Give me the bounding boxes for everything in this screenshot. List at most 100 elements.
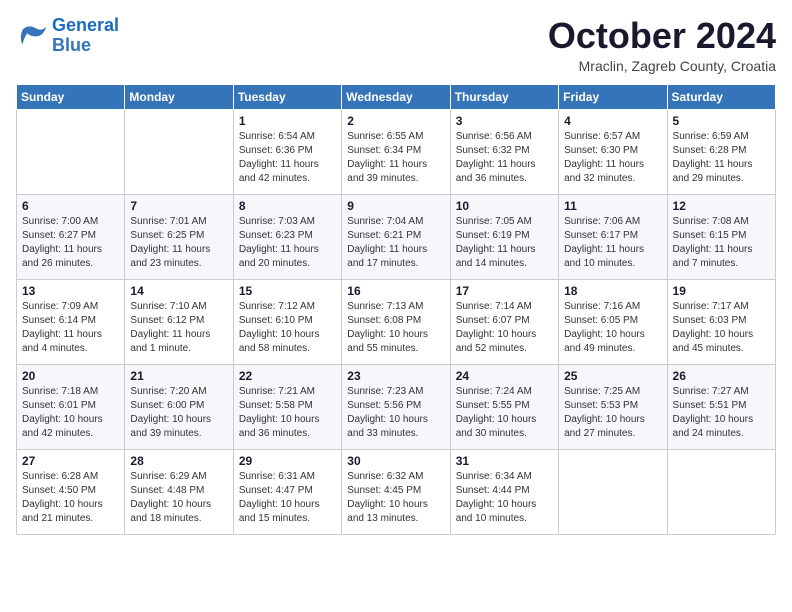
calendar-cell: 31Sunrise: 6:34 AM Sunset: 4:44 PM Dayli…	[450, 449, 558, 534]
day-info: Sunrise: 7:09 AM Sunset: 6:14 PM Dayligh…	[22, 300, 119, 356]
day-number: 29	[239, 454, 336, 468]
calendar-cell: 9 Sunrise: 7:04 AM Sunset: 6:21 PM Daylig…	[342, 194, 450, 279]
day-number: 31	[456, 454, 553, 468]
day-number: 25	[564, 369, 661, 383]
calendar-cell	[667, 449, 775, 534]
page-header: General Blue October 2024 Mraclin, Zagre…	[16, 16, 776, 74]
calendar-week-row: 1 Sunrise: 6:54 AM Sunset: 6:36 PM Daylig…	[17, 109, 776, 194]
weekday-header-wednesday: Wednesday	[342, 84, 450, 109]
day-number: 11	[564, 199, 661, 213]
title-block: October 2024 Mraclin, Zagreb County, Cro…	[548, 16, 776, 74]
logo-icon	[16, 22, 48, 50]
day-number: 23	[347, 369, 444, 383]
day-info: Sunrise: 7:10 AM Sunset: 6:12 PM Dayligh…	[130, 300, 227, 356]
calendar-week-row: 13 Sunrise: 7:09 AM Sunset: 6:14 PM Dayli…	[17, 279, 776, 364]
calendar-cell: 6Sunrise: 7:00 AM Sunset: 6:27 PM Daylig…	[17, 194, 125, 279]
logo-text: General Blue	[52, 16, 119, 56]
day-info: Sunrise: 7:23 AM Sunset: 5:56 PM Dayligh…	[347, 385, 444, 441]
weekday-header-thursday: Thursday	[450, 84, 558, 109]
day-number: 4	[564, 114, 661, 128]
day-number: 10	[456, 199, 553, 213]
calendar-cell: 29 Sunrise: 6:31 AM Sunset: 4:47 PM Dayli…	[233, 449, 341, 534]
day-info: Sunrise: 7:13 AM Sunset: 6:08 PM Dayligh…	[347, 300, 444, 356]
calendar-cell: 10 Sunrise: 7:05 AM Sunset: 6:19 PM Dayli…	[450, 194, 558, 279]
day-number: 15	[239, 284, 336, 298]
day-info: Sunrise: 7:20 AM Sunset: 6:00 PM Dayligh…	[130, 385, 227, 441]
calendar-cell: 27 Sunrise: 6:28 AM Sunset: 4:50 PM Dayli…	[17, 449, 125, 534]
weekday-header-monday: Monday	[125, 84, 233, 109]
day-number: 12	[673, 199, 770, 213]
day-info: Sunrise: 6:29 AM Sunset: 4:48 PM Dayligh…	[130, 470, 227, 526]
day-info: Sunrise: 6:32 AM Sunset: 4:45 PM Dayligh…	[347, 470, 444, 526]
day-number: 5	[673, 114, 770, 128]
day-info: Sunrise: 7:06 AM Sunset: 6:17 PM Dayligh…	[564, 215, 661, 271]
calendar-cell	[559, 449, 667, 534]
weekday-header-friday: Friday	[559, 84, 667, 109]
day-info: Sunrise: 7:24 AM Sunset: 5:55 PM Dayligh…	[456, 385, 553, 441]
calendar-cell: 23 Sunrise: 7:23 AM Sunset: 5:56 PM Dayli…	[342, 364, 450, 449]
calendar-cell: 26 Sunrise: 7:27 AM Sunset: 5:51 PM Dayli…	[667, 364, 775, 449]
calendar-cell	[125, 109, 233, 194]
day-info: Sunrise: 6:56 AM Sunset: 6:32 PM Dayligh…	[456, 130, 553, 186]
day-info: Sunrise: 6:59 AM Sunset: 6:28 PM Dayligh…	[673, 130, 770, 186]
calendar-cell: 17Sunrise: 7:14 AM Sunset: 6:07 PM Dayli…	[450, 279, 558, 364]
day-info: Sunrise: 7:21 AM Sunset: 5:58 PM Dayligh…	[239, 385, 336, 441]
calendar-cell: 19 Sunrise: 7:17 AM Sunset: 6:03 PM Dayli…	[667, 279, 775, 364]
calendar-cell: 16 Sunrise: 7:13 AM Sunset: 6:08 PM Dayli…	[342, 279, 450, 364]
calendar-cell: 21 Sunrise: 7:20 AM Sunset: 6:00 PM Dayli…	[125, 364, 233, 449]
calendar-week-row: 20Sunrise: 7:18 AM Sunset: 6:01 PM Dayli…	[17, 364, 776, 449]
calendar-cell: 24 Sunrise: 7:24 AM Sunset: 5:55 PM Dayli…	[450, 364, 558, 449]
day-info: Sunrise: 6:54 AM Sunset: 6:36 PM Dayligh…	[239, 130, 336, 186]
day-number: 7	[130, 199, 227, 213]
day-number: 16	[347, 284, 444, 298]
calendar-cell: 20Sunrise: 7:18 AM Sunset: 6:01 PM Dayli…	[17, 364, 125, 449]
day-info: Sunrise: 7:05 AM Sunset: 6:19 PM Dayligh…	[456, 215, 553, 271]
day-info: Sunrise: 7:25 AM Sunset: 5:53 PM Dayligh…	[564, 385, 661, 441]
calendar-cell: 3 Sunrise: 6:56 AM Sunset: 6:32 PM Daylig…	[450, 109, 558, 194]
day-number: 1	[239, 114, 336, 128]
logo: General Blue	[16, 16, 119, 56]
day-number: 18	[564, 284, 661, 298]
calendar-cell	[17, 109, 125, 194]
day-info: Sunrise: 6:55 AM Sunset: 6:34 PM Dayligh…	[347, 130, 444, 186]
day-number: 24	[456, 369, 553, 383]
day-number: 26	[673, 369, 770, 383]
day-number: 30	[347, 454, 444, 468]
day-info: Sunrise: 7:01 AM Sunset: 6:25 PM Dayligh…	[130, 215, 227, 271]
day-number: 21	[130, 369, 227, 383]
day-number: 9	[347, 199, 444, 213]
day-info: Sunrise: 6:28 AM Sunset: 4:50 PM Dayligh…	[22, 470, 119, 526]
day-number: 8	[239, 199, 336, 213]
day-number: 28	[130, 454, 227, 468]
calendar-cell: 1 Sunrise: 6:54 AM Sunset: 6:36 PM Daylig…	[233, 109, 341, 194]
day-info: Sunrise: 7:27 AM Sunset: 5:51 PM Dayligh…	[673, 385, 770, 441]
day-info: Sunrise: 7:17 AM Sunset: 6:03 PM Dayligh…	[673, 300, 770, 356]
day-number: 19	[673, 284, 770, 298]
weekday-header-sunday: Sunday	[17, 84, 125, 109]
calendar-cell: 18Sunrise: 7:16 AM Sunset: 6:05 PM Dayli…	[559, 279, 667, 364]
calendar-cell: 15Sunrise: 7:12 AM Sunset: 6:10 PM Dayli…	[233, 279, 341, 364]
weekday-header-tuesday: Tuesday	[233, 84, 341, 109]
day-info: Sunrise: 7:03 AM Sunset: 6:23 PM Dayligh…	[239, 215, 336, 271]
day-number: 17	[456, 284, 553, 298]
weekday-header-saturday: Saturday	[667, 84, 775, 109]
calendar-cell: 11 Sunrise: 7:06 AM Sunset: 6:17 PM Dayli…	[559, 194, 667, 279]
day-number: 3	[456, 114, 553, 128]
day-number: 27	[22, 454, 119, 468]
calendar-cell: 4 Sunrise: 6:57 AM Sunset: 6:30 PM Daylig…	[559, 109, 667, 194]
day-info: Sunrise: 7:00 AM Sunset: 6:27 PM Dayligh…	[22, 215, 119, 271]
calendar-week-row: 6Sunrise: 7:00 AM Sunset: 6:27 PM Daylig…	[17, 194, 776, 279]
calendar-cell: 13 Sunrise: 7:09 AM Sunset: 6:14 PM Dayli…	[17, 279, 125, 364]
calendar-cell: 2 Sunrise: 6:55 AM Sunset: 6:34 PM Daylig…	[342, 109, 450, 194]
day-info: Sunrise: 7:04 AM Sunset: 6:21 PM Dayligh…	[347, 215, 444, 271]
calendar-cell: 25 Sunrise: 7:25 AM Sunset: 5:53 PM Dayli…	[559, 364, 667, 449]
calendar-cell: 22 Sunrise: 7:21 AM Sunset: 5:58 PM Dayli…	[233, 364, 341, 449]
day-number: 22	[239, 369, 336, 383]
calendar-week-row: 27 Sunrise: 6:28 AM Sunset: 4:50 PM Dayli…	[17, 449, 776, 534]
day-info: Sunrise: 6:57 AM Sunset: 6:30 PM Dayligh…	[564, 130, 661, 186]
day-number: 2	[347, 114, 444, 128]
day-info: Sunrise: 6:31 AM Sunset: 4:47 PM Dayligh…	[239, 470, 336, 526]
calendar-cell: 5 Sunrise: 6:59 AM Sunset: 6:28 PM Daylig…	[667, 109, 775, 194]
month-title: October 2024	[548, 16, 776, 56]
day-number: 13	[22, 284, 119, 298]
